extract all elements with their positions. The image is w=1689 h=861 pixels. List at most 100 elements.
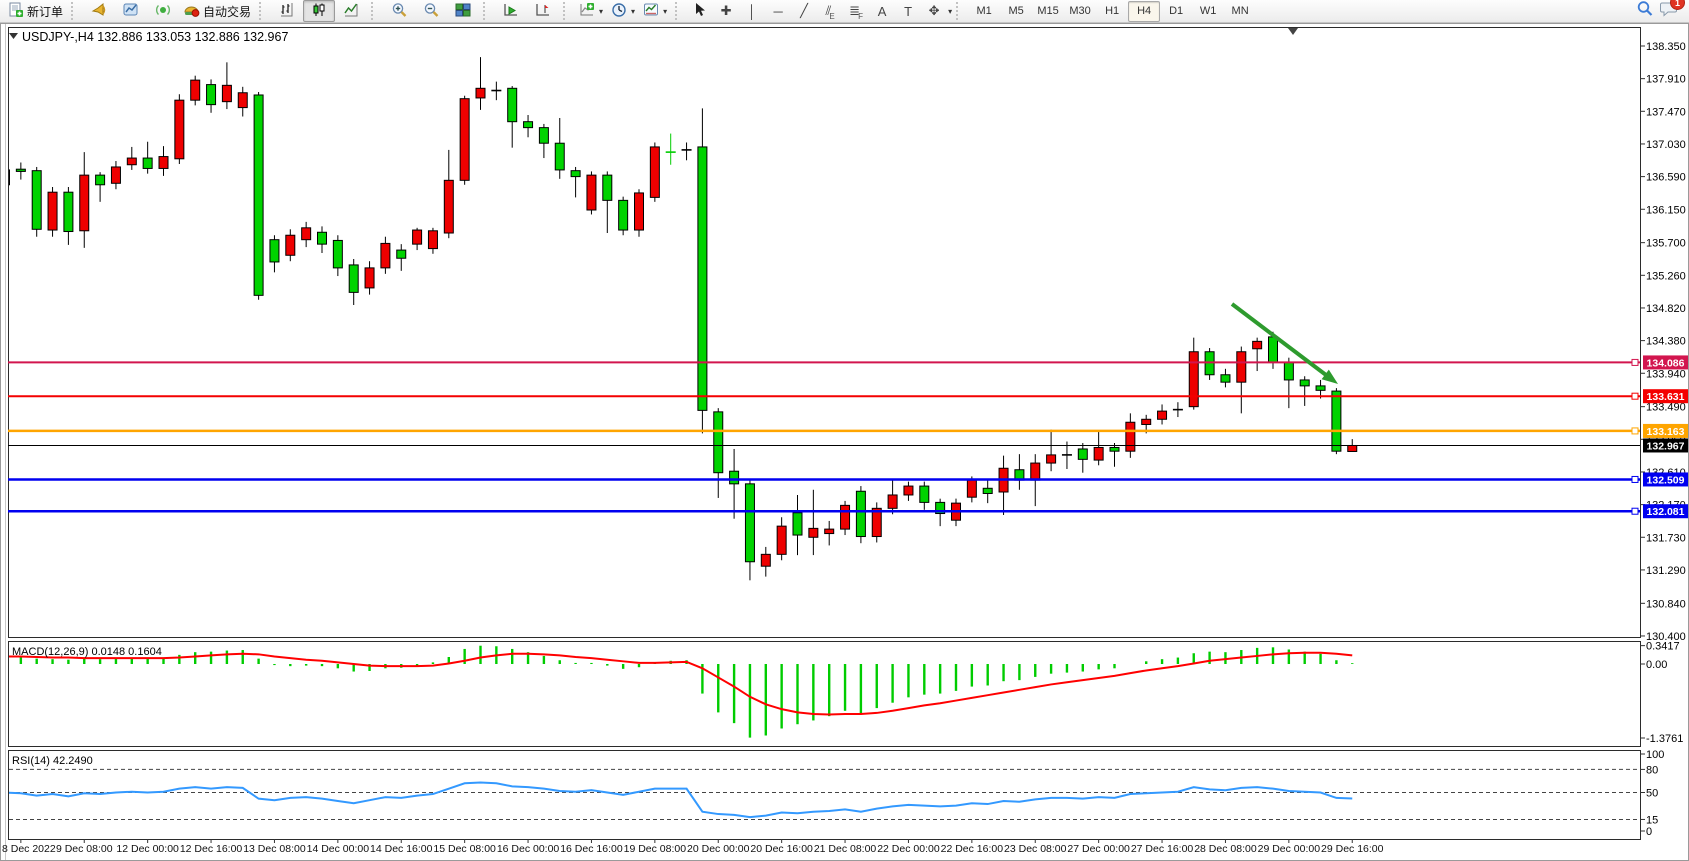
line-chart-type-button[interactable]: [335, 0, 367, 22]
svg-text:28 Dec 08:00: 28 Dec 08:00: [1194, 843, 1257, 855]
zoom-out-icon: [423, 2, 440, 21]
svg-text:22 Dec 16:00: 22 Dec 16:00: [941, 843, 1004, 855]
svg-text:9 Dec 08:00: 9 Dec 08:00: [56, 843, 113, 855]
timeframe-d1[interactable]: D1: [1160, 1, 1192, 22]
svg-text:19 Dec 08:00: 19 Dec 08:00: [624, 843, 687, 855]
bar-chart-type-button[interactable]: [271, 0, 303, 22]
svg-text:0.00: 0.00: [1646, 659, 1667, 671]
horizontal-line-tool[interactable]: ─: [765, 0, 791, 22]
cursor-icon: [693, 2, 707, 20]
trendline-tool[interactable]: ╱: [791, 0, 817, 22]
timeframe-h4[interactable]: H4: [1128, 1, 1160, 22]
svg-text:131.290: 131.290: [1646, 565, 1686, 577]
svg-text:132.509: 132.509: [1647, 474, 1685, 486]
auto-scroll-icon: [503, 2, 519, 21]
svg-text:21 Dec 08:00: 21 Dec 08:00: [814, 843, 877, 855]
svg-text:137.030: 137.030: [1646, 139, 1686, 151]
timeframe-h1[interactable]: H1: [1096, 1, 1128, 22]
svg-text:132.967: 132.967: [1647, 440, 1685, 452]
horn-icon: [91, 2, 107, 21]
svg-text:16 Dec 16:00: 16 Dec 16:00: [560, 843, 623, 855]
svg-text:136.150: 136.150: [1646, 204, 1686, 216]
periods-button[interactable]: ▾: [607, 0, 639, 22]
svg-text:134.820: 134.820: [1646, 303, 1686, 315]
equidistant-channel-tool[interactable]: ⫽E: [817, 0, 843, 22]
svg-text:133.631: 133.631: [1647, 391, 1685, 403]
svg-text:27 Dec 16:00: 27 Dec 16:00: [1131, 843, 1194, 855]
timeframe-mn[interactable]: MN: [1224, 1, 1256, 22]
separator: [483, 2, 491, 20]
indicators-button[interactable]: ▾: [575, 0, 607, 22]
svg-text:138.350: 138.350: [1646, 41, 1686, 53]
new-order-button[interactable]: 新订单: [4, 0, 67, 22]
broadcast-icon: [155, 2, 171, 21]
chevron-down-icon: ▾: [663, 7, 667, 16]
svg-text:29 Dec 16:00: 29 Dec 16:00: [1321, 843, 1384, 855]
timeframe-m5[interactable]: M5: [1000, 1, 1032, 22]
arrows-tool[interactable]: ✥: [921, 0, 947, 22]
zoom-in-icon: [391, 2, 408, 21]
notification-badge: 1: [1670, 0, 1685, 10]
svg-text:0.3417: 0.3417: [1646, 641, 1680, 653]
fibonacci-tool[interactable]: ≣F: [843, 0, 869, 22]
market-watch-button[interactable]: [83, 0, 115, 22]
svg-text:130.840: 130.840: [1646, 598, 1686, 610]
svg-text:-1.3761: -1.3761: [1646, 733, 1683, 745]
chart-window-button[interactable]: [115, 0, 147, 22]
chat-icon[interactable]: 1: [1660, 0, 1679, 22]
macd-label: MACD(12,26,9) 0.0148 0.1604: [12, 646, 162, 658]
templates-icon: [643, 2, 659, 21]
chevron-down-icon: ▾: [631, 7, 635, 16]
chart-image-icon: [123, 2, 139, 21]
chart-canvas[interactable]: 138.350137.910137.470137.030136.590136.1…: [0, 0, 1689, 861]
periods-icon: [611, 2, 627, 21]
zoom-in-button[interactable]: [383, 0, 415, 22]
auto-scroll-button[interactable]: [495, 0, 527, 22]
search-icon[interactable]: [1636, 0, 1654, 22]
trading-platform-window: 新订单 自动交易: [0, 0, 1689, 861]
separator: [71, 2, 79, 20]
separator: [675, 2, 683, 20]
text-tool[interactable]: A: [869, 0, 895, 22]
svg-text:12 Dec 16:00: 12 Dec 16:00: [180, 843, 243, 855]
svg-text:133.490: 133.490: [1646, 402, 1686, 414]
svg-text:13 Dec 08:00: 13 Dec 08:00: [243, 843, 306, 855]
new-order-label: 新订单: [27, 3, 63, 20]
templates-button[interactable]: ▾: [639, 0, 671, 22]
timeframe-m30[interactable]: M30: [1064, 1, 1096, 22]
svg-text:20 Dec 16:00: 20 Dec 16:00: [750, 843, 813, 855]
separator: [371, 2, 379, 20]
tile-windows-icon: [455, 2, 471, 21]
cursor-tool-button[interactable]: [687, 0, 713, 22]
chart-shift-icon: [535, 2, 551, 21]
line-chart-icon: [343, 2, 359, 21]
candlestick-chart-icon: [311, 2, 327, 21]
bar-chart-icon: [279, 2, 295, 21]
svg-text:134.380: 134.380: [1646, 336, 1686, 348]
svg-text:22 Dec 00:00: 22 Dec 00:00: [877, 843, 940, 855]
chart-area[interactable]: 138.350137.910137.470137.030136.590136.1…: [0, 0, 1689, 861]
broadcast-button[interactable]: [147, 0, 179, 22]
tile-windows-button[interactable]: [447, 0, 479, 22]
svg-text:134.086: 134.086: [1647, 357, 1685, 369]
drawing-tools-group: ✚│─╱⫽E≣FAT✥▾: [713, 0, 952, 22]
timeframe-m15[interactable]: M15: [1032, 1, 1064, 22]
zoom-out-button[interactable]: [415, 0, 447, 22]
svg-text:132.081: 132.081: [1647, 506, 1685, 518]
candlestick-chart-type-button[interactable]: [303, 0, 335, 22]
timeframe-m1[interactable]: M1: [968, 1, 1000, 22]
crosshair-tool[interactable]: ✚: [713, 0, 739, 22]
timeframe-w1[interactable]: W1: [1192, 1, 1224, 22]
svg-text:100: 100: [1646, 749, 1664, 761]
svg-text:136.590: 136.590: [1646, 172, 1686, 184]
svg-text:14 Dec 00:00: 14 Dec 00:00: [307, 843, 370, 855]
auto-trading-icon: [183, 2, 200, 21]
text-label-tool[interactable]: T: [895, 0, 921, 22]
chart-shift-button[interactable]: [527, 0, 559, 22]
svg-text:50: 50: [1646, 788, 1658, 800]
auto-trading-button[interactable]: 自动交易: [179, 0, 255, 22]
svg-text:12 Dec 00:00: 12 Dec 00:00: [116, 843, 179, 855]
chevron-down-icon: ▾: [599, 7, 603, 16]
svg-text:131.730: 131.730: [1646, 532, 1686, 544]
vertical-line-tool[interactable]: │: [739, 0, 765, 22]
